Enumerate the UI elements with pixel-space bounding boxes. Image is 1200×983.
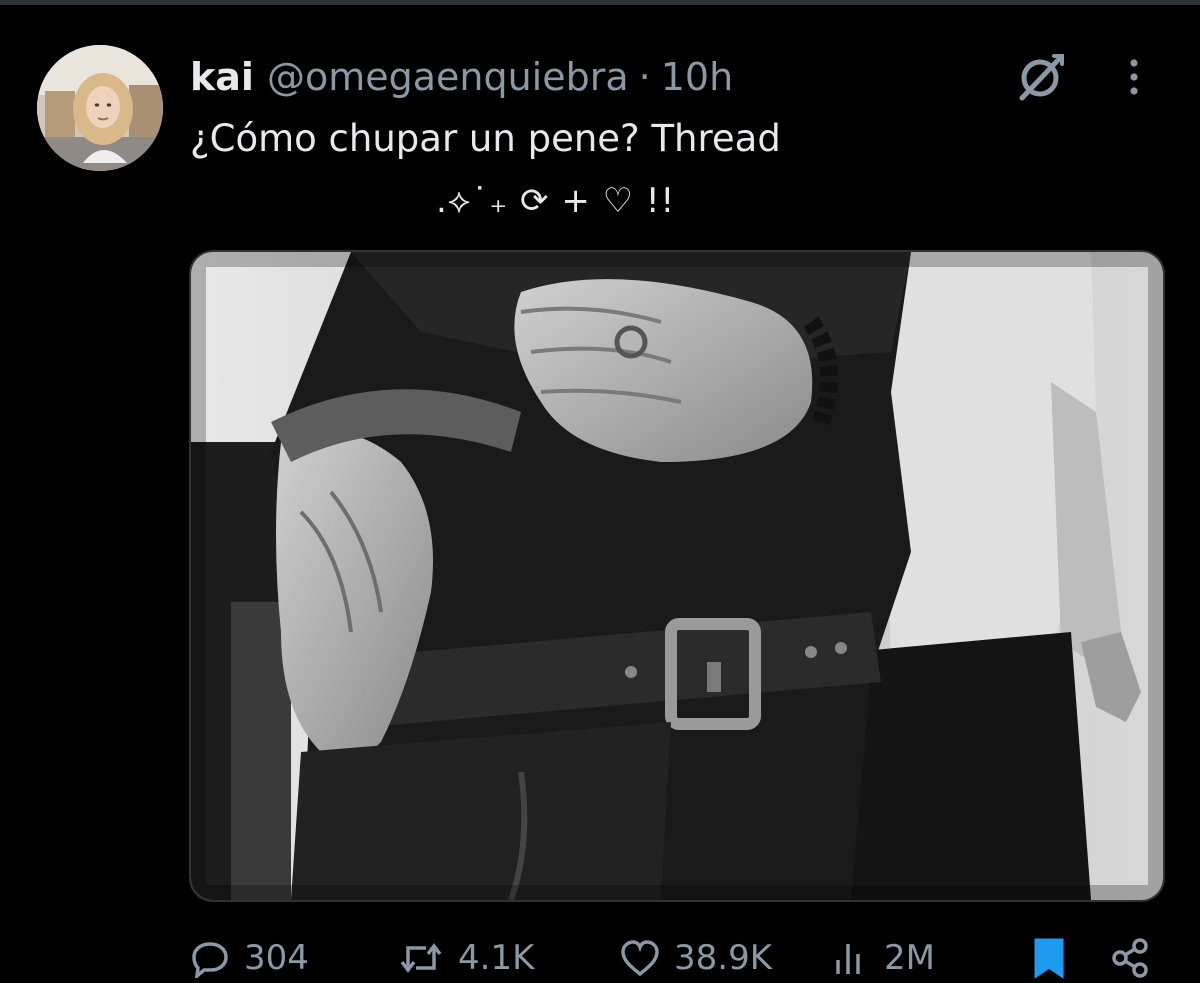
tweet[interactable]: kai @omegaenquiebra · 10h ¿Cómo chupar u… bbox=[0, 5, 1200, 979]
avatar[interactable] bbox=[37, 45, 163, 171]
like-button[interactable]: 38.9K bbox=[620, 933, 772, 983]
views-count: 2M bbox=[884, 938, 935, 978]
tweet-text: ¿Cómo chupar un pene? Thread bbox=[190, 117, 781, 160]
tweet-header: kai @omegaenquiebra · 10h bbox=[190, 51, 733, 111]
photo bbox=[191, 252, 1163, 900]
separator-dot: · bbox=[638, 55, 651, 99]
timestamp[interactable]: 10h bbox=[661, 51, 733, 103]
retweet-icon bbox=[400, 943, 442, 973]
retweet-count: 4.1K bbox=[458, 938, 535, 978]
share-icon bbox=[1112, 938, 1148, 978]
action-bar: 304 4.1K 38.9K 2M bbox=[190, 933, 1160, 983]
reply-icon bbox=[192, 942, 228, 978]
display-name[interactable]: kai bbox=[190, 51, 254, 103]
bookmark-icon bbox=[1034, 938, 1064, 979]
media-image[interactable] bbox=[189, 250, 1165, 902]
share-button[interactable] bbox=[1110, 933, 1150, 983]
reply-count: 304 bbox=[244, 938, 309, 978]
tweet-decoration: .⟡˙₊ ⟳ + ♡ !! bbox=[436, 181, 676, 221]
heart-icon bbox=[621, 940, 659, 977]
avatar-image bbox=[37, 45, 163, 171]
like-count: 38.9K bbox=[674, 938, 772, 978]
views-button[interactable]: 2M bbox=[830, 933, 935, 983]
retweet-button[interactable]: 4.1K bbox=[398, 933, 534, 983]
user-handle[interactable]: @omegaenquiebra bbox=[267, 51, 629, 103]
more-icon[interactable] bbox=[1116, 51, 1152, 103]
bookmark-button[interactable] bbox=[1032, 933, 1066, 983]
views-icon bbox=[836, 944, 860, 974]
reply-button[interactable]: 304 bbox=[190, 933, 309, 983]
grok-icon[interactable] bbox=[1014, 50, 1068, 104]
